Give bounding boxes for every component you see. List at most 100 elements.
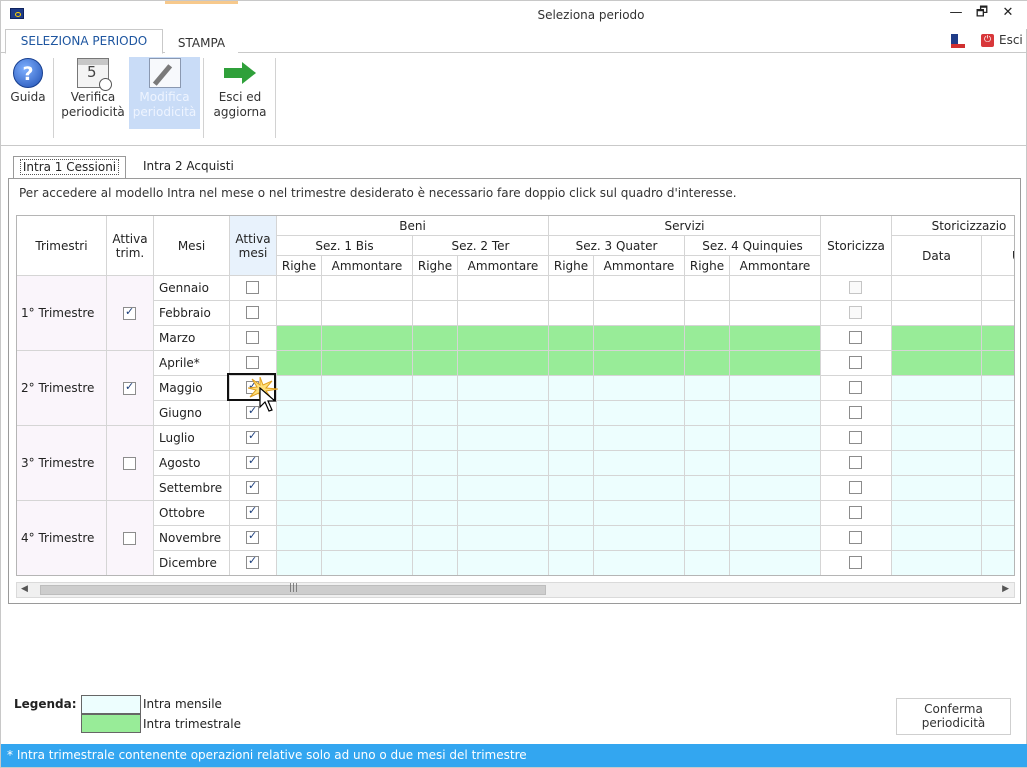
scroll-left-icon[interactable]: ◀ (21, 584, 28, 594)
attiva-mese-checkbox[interactable] (246, 429, 259, 444)
data-cell[interactable] (549, 326, 594, 351)
storicizza-checkbox[interactable] (849, 431, 862, 444)
data-cell[interactable] (458, 476, 549, 501)
storicizza-checkbox[interactable] (849, 456, 862, 469)
data-cell[interactable] (730, 426, 821, 451)
storicizza-checkbox[interactable] (849, 356, 862, 369)
tab-intra2-acquisti[interactable]: Intra 2 Acquisti (143, 156, 253, 178)
data-cell[interactable] (277, 526, 322, 551)
data-cell[interactable] (322, 426, 413, 451)
attiva-mese-checkbox[interactable] (246, 554, 259, 569)
storicizza-checkbox[interactable] (849, 406, 862, 419)
data-cell[interactable] (413, 351, 458, 376)
tab-intra1-cessioni[interactable]: Intra 1 Cessioni (13, 156, 126, 178)
attiva-mese-checkbox[interactable] (246, 306, 259, 319)
data-cell[interactable] (413, 476, 458, 501)
data-cell[interactable] (413, 451, 458, 476)
verifica-periodicita-button[interactable]: 5 Verifica periodicità (58, 58, 128, 128)
data-cell[interactable] (685, 351, 730, 376)
conferma-periodicita-button[interactable]: Conferma periodicità (896, 698, 1011, 735)
data-cell[interactable] (322, 301, 413, 326)
data-cell[interactable] (413, 326, 458, 351)
data-cell[interactable] (413, 526, 458, 551)
storicizza-checkbox[interactable] (849, 531, 862, 544)
attiva-trimestre-checkbox[interactable] (123, 380, 136, 395)
data-cell[interactable] (549, 351, 594, 376)
scroll-thumb[interactable]: ||| (40, 583, 546, 595)
data-cell[interactable] (594, 476, 685, 501)
attiva-mese-checkbox[interactable] (246, 331, 259, 344)
data-cell[interactable] (413, 426, 458, 451)
minimize-icon[interactable]: — (945, 3, 967, 23)
data-cell[interactable] (549, 526, 594, 551)
data-cell[interactable] (277, 476, 322, 501)
attiva-mese-checkbox[interactable] (246, 454, 259, 469)
scroll-right-icon[interactable]: ▶ (1002, 584, 1009, 594)
data-cell[interactable] (730, 351, 821, 376)
data-cell[interactable] (730, 301, 821, 326)
attiva-trimestre-checkbox[interactable] (123, 531, 136, 545)
data-cell[interactable] (322, 276, 413, 301)
ribbon-tab-stampa[interactable]: STAMPA (165, 1, 238, 53)
data-cell[interactable] (594, 326, 685, 351)
storicizza-checkbox[interactable] (849, 506, 862, 519)
data-cell[interactable] (549, 276, 594, 301)
data-cell[interactable] (685, 526, 730, 551)
data-cell[interactable] (277, 551, 322, 575)
close-icon[interactable]: ✕ (997, 3, 1019, 23)
data-cell[interactable] (413, 276, 458, 301)
data-cell[interactable] (277, 501, 322, 526)
attiva-mese-checkbox[interactable] (246, 404, 259, 419)
data-cell[interactable] (322, 451, 413, 476)
data-cell[interactable] (549, 401, 594, 426)
horizontal-scrollbar[interactable]: ◀ ||| ▶ (16, 582, 1015, 598)
data-cell[interactable] (277, 351, 322, 376)
data-cell[interactable] (685, 301, 730, 326)
attiva-mese-checkbox[interactable] (246, 504, 259, 519)
data-cell[interactable] (730, 401, 821, 426)
data-cell[interactable] (549, 451, 594, 476)
data-cell[interactable] (730, 526, 821, 551)
storicizza-checkbox[interactable] (849, 331, 862, 344)
data-cell[interactable] (685, 426, 730, 451)
data-cell[interactable] (458, 501, 549, 526)
data-cell[interactable] (730, 551, 821, 575)
data-cell[interactable] (549, 301, 594, 326)
data-cell[interactable] (594, 426, 685, 451)
data-cell[interactable] (730, 451, 821, 476)
data-cell[interactable] (322, 401, 413, 426)
data-cell[interactable] (594, 551, 685, 575)
data-cell[interactable] (594, 526, 685, 551)
attiva-mese-checkbox[interactable] (246, 356, 259, 369)
data-cell[interactable] (322, 551, 413, 575)
data-cell[interactable] (549, 501, 594, 526)
data-cell[interactable] (277, 451, 322, 476)
data-cell[interactable] (322, 326, 413, 351)
data-cell[interactable] (685, 501, 730, 526)
data-cell[interactable] (458, 526, 549, 551)
data-cell[interactable] (685, 401, 730, 426)
data-cell[interactable] (322, 476, 413, 501)
data-cell[interactable] (458, 401, 549, 426)
esci-ed-aggiorna-button[interactable]: Esci ed aggiorna (208, 58, 272, 128)
guida-button[interactable]: ? Guida (7, 58, 49, 128)
modifica-periodicita-button[interactable]: Modifica periodicità (129, 57, 200, 129)
data-cell[interactable] (685, 326, 730, 351)
data-cell[interactable] (413, 551, 458, 575)
attiva-mese-checkbox[interactable] (246, 529, 259, 544)
data-cell[interactable] (277, 301, 322, 326)
data-cell[interactable] (322, 526, 413, 551)
attiva-trimestre-checkbox[interactable] (123, 456, 136, 470)
data-cell[interactable] (730, 326, 821, 351)
data-cell[interactable] (594, 276, 685, 301)
data-cell[interactable] (685, 276, 730, 301)
data-cell[interactable] (277, 401, 322, 426)
data-cell[interactable] (458, 451, 549, 476)
data-cell[interactable] (549, 551, 594, 575)
data-cell[interactable] (549, 376, 594, 401)
restore-icon[interactable]: 🗗 (971, 3, 993, 23)
data-cell[interactable] (685, 376, 730, 401)
data-cell[interactable] (594, 301, 685, 326)
storicizza-checkbox[interactable] (849, 381, 862, 394)
data-cell[interactable] (594, 351, 685, 376)
